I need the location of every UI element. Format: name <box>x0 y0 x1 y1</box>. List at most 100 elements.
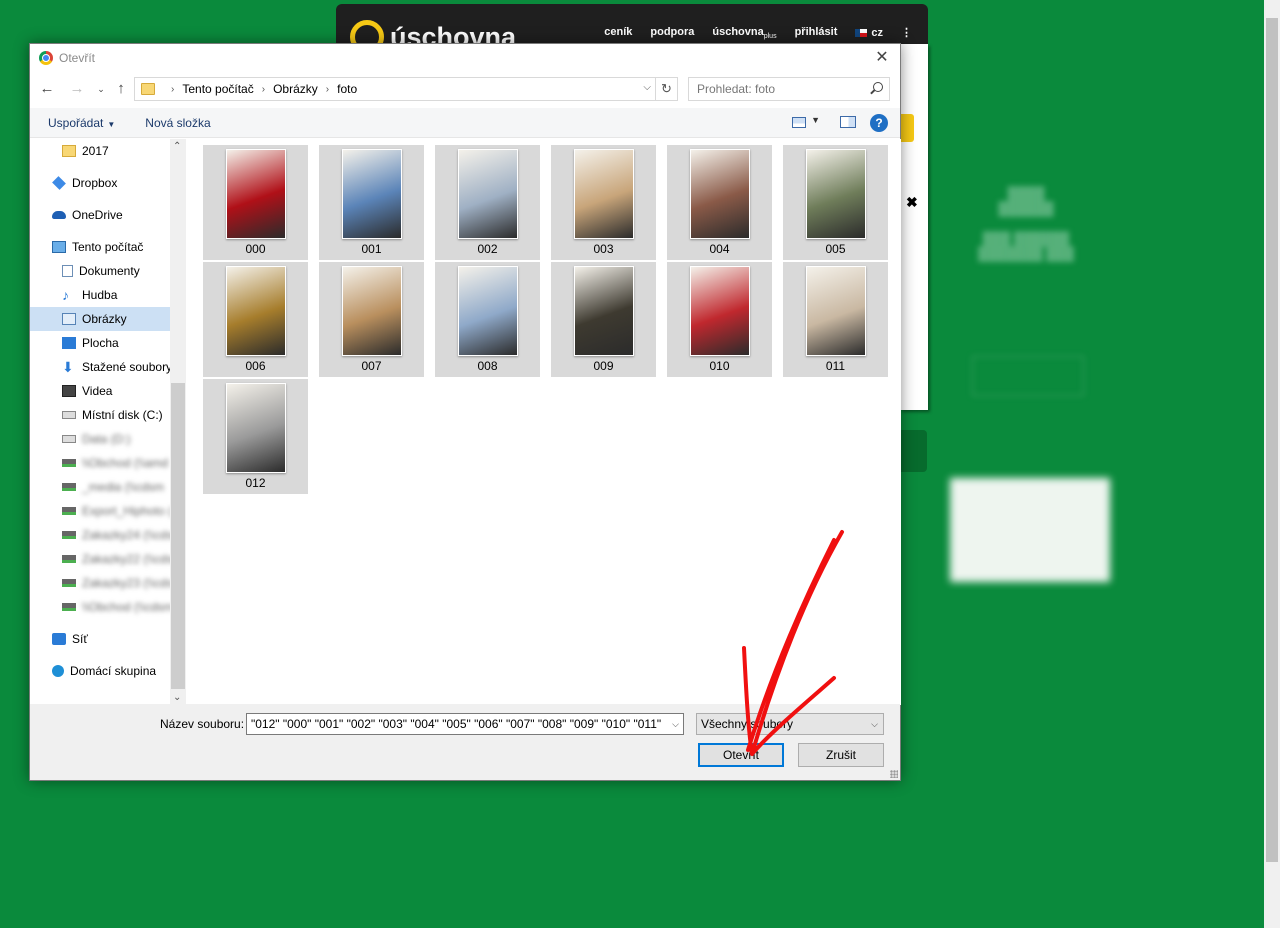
file-thumbnail[interactable]: 001 <box>319 145 424 260</box>
file-name: 003 <box>593 242 614 256</box>
nav-login[interactable]: přihlásit <box>795 26 838 40</box>
file-thumbnail[interactable]: 003 <box>551 145 656 260</box>
chevron-down-icon[interactable]: ⌵ <box>672 714 679 734</box>
nav-item[interactable]: Plocha <box>30 331 186 355</box>
nav-item[interactable]: Tento počítač <box>30 235 186 259</box>
site-dark-button[interactable] <box>900 430 927 472</box>
recent-chevron-down-icon[interactable]: ⌄ <box>92 79 110 99</box>
nav-item[interactable]: Domácí skupina <box>30 659 186 683</box>
page-scrollbar[interactable] <box>1264 0 1280 928</box>
file-thumbnail[interactable]: 000 <box>203 145 308 260</box>
file-thumbnail[interactable]: 009 <box>551 262 656 377</box>
folder-icon <box>141 83 155 95</box>
chrome-icon <box>39 51 53 65</box>
view-mode-icon[interactable] <box>792 117 806 128</box>
close-icon[interactable]: ✕ <box>872 48 892 68</box>
file-thumbnail[interactable]: 002 <box>435 145 540 260</box>
breadcrumb-item[interactable]: foto <box>337 82 357 96</box>
nav-item[interactable]: ♪ Hudba <box>30 283 186 307</box>
search-input[interactable]: Prohledat: foto <box>688 77 890 101</box>
nav-item-label: OneDrive <box>72 208 123 222</box>
refresh-icon[interactable]: ↻ <box>655 78 677 100</box>
up-arrow-icon[interactable]: ↑ <box>112 79 130 99</box>
downloads-icon: ⬇ <box>62 359 74 375</box>
nav-item[interactable]: Síť <box>30 627 186 651</box>
navigation-pane: 2017📌 Dropbox OneDrive Tento počítač Dokumen… <box>30 139 186 705</box>
nav-item[interactable]: Data (D:) <box>30 427 186 451</box>
nav-item[interactable]: Místní disk (C:) <box>30 403 186 427</box>
menu-kebab-icon[interactable]: ⋮ <box>901 26 912 40</box>
language-switch[interactable]: cz <box>855 26 883 40</box>
page-scrollbar-thumb[interactable] <box>1266 18 1278 862</box>
scroll-up-icon[interactable]: ⌃ <box>173 141 181 152</box>
image-preview <box>805 149 866 239</box>
nav-item[interactable]: _media (\\cdsm <box>30 475 186 499</box>
file-name: 001 <box>361 242 382 256</box>
file-thumbnail[interactable]: 008 <box>435 262 540 377</box>
file-thumbnail[interactable]: 010 <box>667 262 772 377</box>
caret-down-icon: ▼ <box>107 119 116 129</box>
nav-item[interactable]: Zakazky22 (\\cdsr <box>30 547 186 571</box>
nav-plus[interactable]: úschovnaplus <box>712 26 776 40</box>
cancel-button[interactable]: Zrušit <box>798 743 884 767</box>
address-bar[interactable]: › Tento počítač › Obrázky › foto ⌵ ↻ <box>134 77 678 101</box>
site-nav: ceník podpora úschovnaplus přihlásit cz … <box>604 26 912 40</box>
filetype-select[interactable]: Všechny soubory ⌵ <box>696 713 884 735</box>
address-row: ← → ⌄ ↑ › Tento počítač › Obrázky › foto… <box>30 76 900 102</box>
breadcrumb-separator-icon: › <box>171 83 175 95</box>
nav-item-label: Videa <box>82 384 113 398</box>
navigation-scrollbar-thumb[interactable] <box>171 383 185 689</box>
site-yellow-button[interactable] <box>900 114 914 142</box>
new-folder-button[interactable]: Nová složka <box>145 116 210 130</box>
nav-item[interactable]: OneDrive <box>30 203 186 227</box>
nav-item-label: Stažené soubory <box>82 360 173 374</box>
back-arrow-icon[interactable]: ← <box>38 79 56 99</box>
filename-input[interactable]: "012" "000" "001" "002" "003" "004" "005… <box>246 713 684 735</box>
breadcrumb-item[interactable]: Tento počítač <box>182 82 253 96</box>
file-thumbnail[interactable]: 006 <box>203 262 308 377</box>
folder-icon <box>62 145 76 157</box>
nav-item[interactable]: Dropbox <box>30 171 186 195</box>
network-drive-icon <box>62 603 76 611</box>
file-thumbnail[interactable]: 004 <box>667 145 772 260</box>
image-preview <box>225 149 286 239</box>
resize-grip-icon[interactable] <box>890 770 898 778</box>
open-button[interactable]: Otevřít <box>698 743 784 767</box>
nav-item[interactable]: \\Obchod (\\amd <box>30 451 186 475</box>
file-thumbnail[interactable]: 011 <box>783 262 888 377</box>
nav-item[interactable]: Zakazky23 (\\cds <box>30 571 186 595</box>
file-thumbnail[interactable]: 007 <box>319 262 424 377</box>
nav-item-label: Export_Hiphoto ( <box>82 504 173 518</box>
navigation-scrollbar[interactable]: ⌃ ⌄ <box>170 139 186 705</box>
nav-item[interactable]: \\Obchod (\\cdsm <box>30 595 186 619</box>
nav-item-label: Síť <box>72 632 88 646</box>
network-drive-icon <box>62 507 76 515</box>
image-preview <box>573 266 634 356</box>
file-thumbnail[interactable]: 005 <box>783 145 888 260</box>
dropbox-icon <box>52 176 66 190</box>
chevron-down-icon[interactable]: ⌵ <box>643 82 651 93</box>
forward-arrow-icon[interactable]: → <box>68 79 86 99</box>
site-header: úschovna ceník podpora úschovnaplus přih… <box>336 4 928 54</box>
nav-item[interactable]: Videa <box>30 379 186 403</box>
nav-item[interactable]: Zakazky24 (\\cdsr <box>30 523 186 547</box>
nav-item[interactable]: Export_Hiphoto ( <box>30 499 186 523</box>
nav-item[interactable]: ⬇ Stažené soubory <box>30 355 186 379</box>
nav-item[interactable]: 2017📌 <box>30 139 186 163</box>
file-thumbnail[interactable]: 012 <box>203 379 308 494</box>
image-preview <box>341 266 402 356</box>
site-close-icon[interactable]: ✖ <box>906 194 918 211</box>
nav-support[interactable]: podpora <box>650 26 694 40</box>
file-name: 007 <box>361 359 382 373</box>
nav-item[interactable]: Dokumenty <box>30 259 186 283</box>
preview-pane-icon[interactable] <box>840 116 856 128</box>
organize-button[interactable]: Uspořádat ▼ <box>48 116 115 130</box>
scroll-down-icon[interactable]: ⌄ <box>173 692 181 703</box>
nav-item[interactable]: Obrázky <box>30 307 186 331</box>
nav-pricing[interactable]: ceník <box>604 26 632 40</box>
filetype-value: Všechny soubory <box>701 717 794 731</box>
view-caret-down-icon[interactable]: ▼ <box>811 115 820 125</box>
nav-item-label: Zakazky22 (\\cdsr <box>82 552 177 566</box>
help-icon[interactable]: ? <box>870 114 888 132</box>
breadcrumb-item[interactable]: Obrázky <box>273 82 318 96</box>
